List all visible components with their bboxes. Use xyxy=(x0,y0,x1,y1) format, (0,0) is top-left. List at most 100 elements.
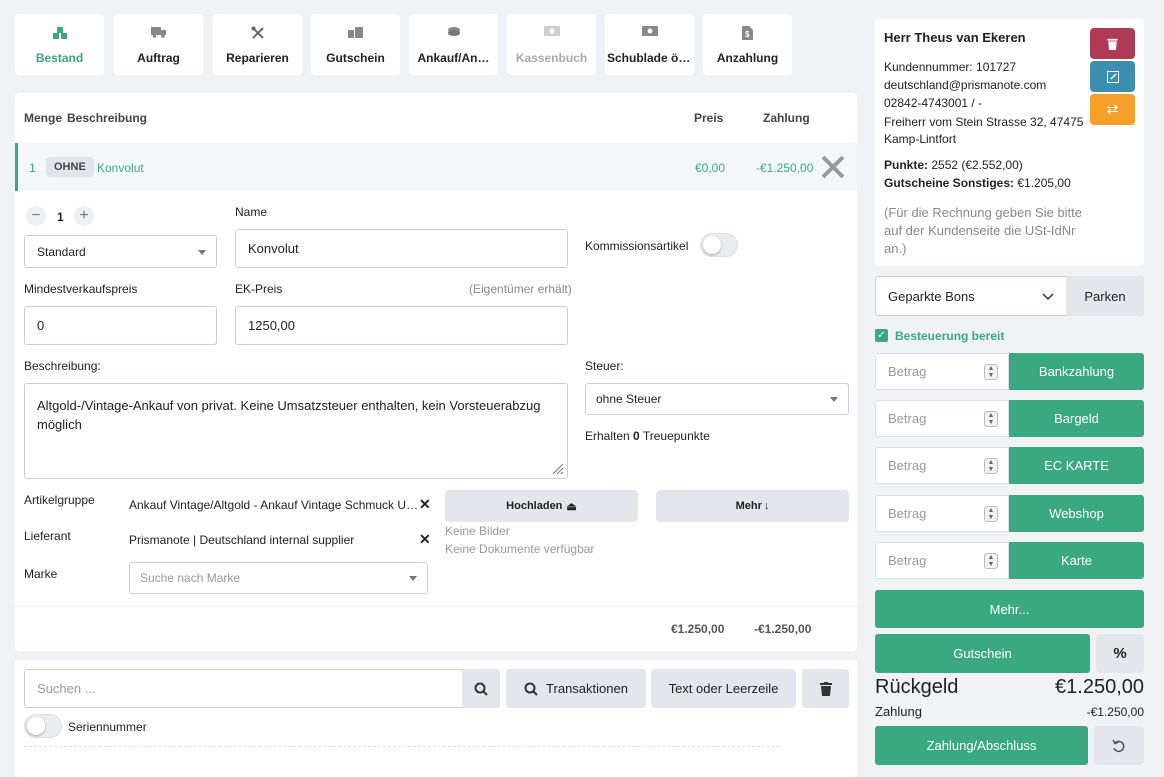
minus-icon[interactable]: − xyxy=(26,206,46,226)
tab-kassenbuch[interactable]: Kassenbuch xyxy=(507,14,596,75)
tab-label: Kassenbuch xyxy=(515,51,588,65)
pay-card-button[interactable]: Karte xyxy=(1009,542,1144,579)
tax-select[interactable]: ohne Steuer xyxy=(585,383,849,415)
coins-icon xyxy=(409,26,498,40)
checkout-button[interactable]: Zahlung/Abschluss xyxy=(875,726,1088,765)
row-payment: -€1.250,00 xyxy=(756,161,814,175)
search-icon xyxy=(474,682,488,696)
pay-webshop-button[interactable]: Webshop xyxy=(1009,495,1144,532)
upload-icon: ⏏ xyxy=(566,500,577,513)
header-preis: Preis xyxy=(694,111,724,125)
tax-ready-label: Besteuerung bereit xyxy=(895,329,1005,343)
amount-input-webshop[interactable]: Betrag ▲ ▼ xyxy=(875,495,1009,532)
edit-customer-button[interactable] xyxy=(1090,61,1135,92)
price-type-select[interactable]: Standard xyxy=(24,235,217,268)
pay-ec-button[interactable]: EC KARTE xyxy=(1009,447,1144,484)
description-textarea[interactable]: Altgold-/Vintage-Ankauf von privat. Kein… xyxy=(24,383,568,479)
boxes-icon xyxy=(15,26,104,40)
search-icon xyxy=(524,682,538,696)
customer-name: Herr Theus van Ekeren xyxy=(884,30,1026,45)
parked-select[interactable]: Geparkte Bons xyxy=(875,276,1067,316)
cash-icon xyxy=(507,26,596,40)
edit-icon xyxy=(1106,70,1119,83)
discount-button[interactable]: % xyxy=(1096,634,1144,673)
tax-value: ohne Steuer xyxy=(596,392,662,406)
quantity-value[interactable]: 1 xyxy=(57,210,64,224)
tab-auftrag[interactable]: Auftrag xyxy=(114,14,203,75)
stepper-icon[interactable]: ▲ ▼ xyxy=(984,553,998,569)
drawer-icon xyxy=(605,26,694,40)
tab-ankauf[interactable]: Ankauf/An… xyxy=(409,14,498,75)
amount-input-card[interactable]: Betrag ▲ ▼ xyxy=(875,542,1009,579)
min-price-label: Mindestverkaufspreis xyxy=(24,282,138,296)
chevron-down-icon xyxy=(198,249,206,255)
svg-text:$: $ xyxy=(745,30,750,39)
tab-anzahlung[interactable]: $ Anzahlung xyxy=(703,14,792,75)
amount-input-cash[interactable]: Betrag ▲ ▼ xyxy=(875,400,1009,437)
name-input[interactable]: Konvolut xyxy=(235,229,568,268)
clear-group-icon[interactable]: ✕ xyxy=(419,496,431,513)
customer-email: deutschland@prismanote.com xyxy=(884,78,1047,92)
amount-input-bank[interactable]: Betrag ▲ ▼ xyxy=(875,353,1009,390)
stepper-icon[interactable]: ▲ ▼ xyxy=(984,364,998,380)
min-price-value: 0 xyxy=(37,318,45,333)
brand-placeholder: Suche nach Marke xyxy=(140,571,241,585)
search-button[interactable] xyxy=(462,669,500,708)
delete-customer-button[interactable] xyxy=(1090,28,1135,59)
arrow-down-icon: ↓ xyxy=(763,500,770,512)
voucher-button[interactable]: Gutschein xyxy=(875,634,1090,673)
tools-icon xyxy=(213,26,302,40)
stepper-icon[interactable]: ▲ ▼ xyxy=(984,506,998,522)
more-payments-button[interactable]: Mehr... xyxy=(875,590,1144,628)
customer-vouchers: Gutscheine Sonstiges: €1.205,00 xyxy=(884,176,1071,190)
park-button[interactable]: Parken xyxy=(1066,276,1144,316)
tab-bestand[interactable]: Bestand xyxy=(15,14,104,75)
delete-button[interactable] xyxy=(802,669,849,708)
no-documents-text: Keine Dokumente verfügbar xyxy=(445,542,595,556)
search-input[interactable]: Suchen ... xyxy=(24,669,463,708)
truck-icon xyxy=(114,26,203,40)
transactions-button[interactable]: Transaktionen xyxy=(506,669,646,708)
clear-supplier-icon[interactable]: ✕ xyxy=(419,531,431,548)
kommission-toggle[interactable] xyxy=(700,233,738,257)
row-price: €0,00 xyxy=(695,161,726,175)
switch-customer-button[interactable]: ⇄ xyxy=(1090,94,1135,125)
document-icon: $ xyxy=(703,26,792,40)
text-line-button[interactable]: Text oder Leerzeile xyxy=(651,669,796,708)
pay-bank-button[interactable]: Bankzahlung xyxy=(1009,353,1144,390)
ek-price-label: EK-Preis xyxy=(235,282,283,296)
description-value: Altgold-/Vintage-Ankauf von privat. Kein… xyxy=(37,398,541,432)
upload-button[interactable]: Hochladen ⏏ xyxy=(445,490,638,522)
gift-icon xyxy=(311,26,400,40)
brand-select[interactable]: Suche nach Marke xyxy=(129,562,428,594)
tax-label: Steuer: xyxy=(585,359,624,373)
row-description: Konvolut xyxy=(97,161,144,175)
serial-toggle[interactable] xyxy=(24,714,62,738)
total-payment: -€1.250,00 xyxy=(754,622,812,636)
article-group-label: Artikelgruppe xyxy=(24,493,95,507)
close-icon[interactable] xyxy=(820,154,846,183)
amount-input-ec[interactable]: Betrag ▲ ▼ xyxy=(875,447,1009,484)
brand-label: Marke xyxy=(24,567,58,581)
stepper-icon[interactable]: ▲ ▼ xyxy=(984,411,998,427)
no-images-text: Keine Bilder xyxy=(445,524,510,538)
tab-schublade[interactable]: Schublade öffnen xyxy=(605,14,694,75)
tax-ready-checkbox[interactable]: ✓ xyxy=(875,329,888,342)
change-value: €1.250,00 xyxy=(1055,676,1144,698)
tab-reparieren[interactable]: Reparieren xyxy=(213,14,302,75)
pay-cash-button[interactable]: Bargeld xyxy=(1009,400,1144,437)
name-value: Konvolut xyxy=(248,241,299,256)
name-label: Name xyxy=(235,205,268,219)
tab-gutschein[interactable]: Gutschein xyxy=(311,14,400,75)
min-price-input[interactable]: 0 xyxy=(24,306,217,345)
stepper-icon[interactable]: ▲ ▼ xyxy=(984,458,998,474)
more-button[interactable]: Mehr ↓ xyxy=(656,490,849,522)
customer-number: Kundennummer: 101727 xyxy=(884,60,1017,74)
ek-price-input[interactable]: 1250,00 xyxy=(235,306,568,345)
supplier-label: Lieferant xyxy=(24,529,71,543)
chevron-down-icon xyxy=(1042,293,1054,301)
tax-badge: OHNE xyxy=(46,157,94,177)
resize-handle-icon[interactable] xyxy=(552,463,564,478)
plus-icon[interactable]: + xyxy=(74,206,94,226)
undo-button[interactable] xyxy=(1094,726,1144,765)
